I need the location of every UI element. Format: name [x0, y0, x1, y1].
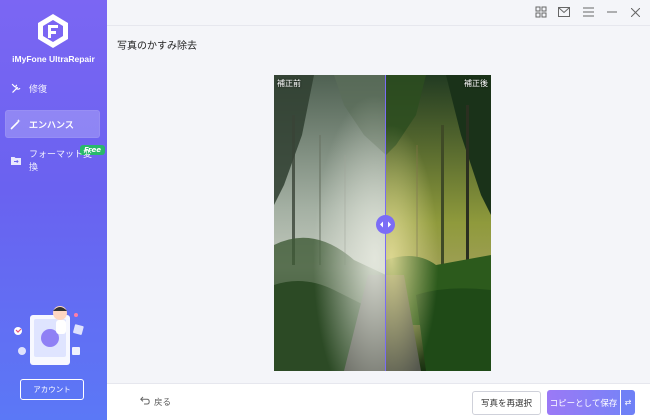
- wrench-icon: [10, 82, 22, 94]
- sidebar-illustration: [14, 306, 84, 365]
- magic-wand-icon: [10, 118, 22, 130]
- sidebar-item-label: エンハンス: [29, 120, 74, 131]
- reselect-photo-button[interactable]: 写真を再選択: [472, 391, 541, 415]
- menu-icon[interactable]: [581, 5, 595, 19]
- sidebar: iMyFone UltraRepair 修復 エンハンス Free フォーマット…: [0, 0, 107, 420]
- before-image: [274, 75, 386, 371]
- undo-arrow-icon: [140, 396, 150, 408]
- close-icon[interactable]: [628, 5, 642, 19]
- back-button[interactable]: 戻る: [140, 396, 171, 408]
- mail-icon[interactable]: [557, 5, 571, 19]
- app-logo-icon: [38, 14, 68, 48]
- swap-icon: ⇄: [624, 398, 632, 407]
- compare-slider-handle[interactable]: [376, 215, 395, 234]
- sidebar-item-format-convert[interactable]: フォーマット変換: [5, 146, 100, 174]
- sidebar-item-label: フォーマット変換: [29, 150, 93, 173]
- window-titlebar: [107, 0, 650, 26]
- back-label: 戻る: [154, 398, 172, 408]
- account-button[interactable]: アカウント: [20, 379, 84, 400]
- arrows-left-right-icon: [380, 221, 391, 228]
- minimize-icon[interactable]: [605, 5, 619, 19]
- before-after-viewer[interactable]: 補正前 補正後: [274, 75, 491, 371]
- sidebar-item-repair[interactable]: 修復: [5, 74, 100, 102]
- grid-icon[interactable]: [534, 5, 548, 19]
- sidebar-item-enhance[interactable]: エンハンス: [5, 110, 100, 138]
- app-name: iMyFone UltraRepair: [12, 54, 95, 64]
- before-label: 補正前: [277, 79, 301, 88]
- save-options-button[interactable]: ⇄: [621, 390, 635, 415]
- after-image: [386, 75, 491, 371]
- save-as-copy-button[interactable]: コピーとして保存: [547, 390, 620, 415]
- page-title: 写真のかすみ除去: [117, 41, 197, 52]
- sidebar-item-label: 修復: [29, 84, 48, 95]
- folder-convert-icon: [10, 154, 22, 166]
- after-label: 補正後: [464, 79, 488, 88]
